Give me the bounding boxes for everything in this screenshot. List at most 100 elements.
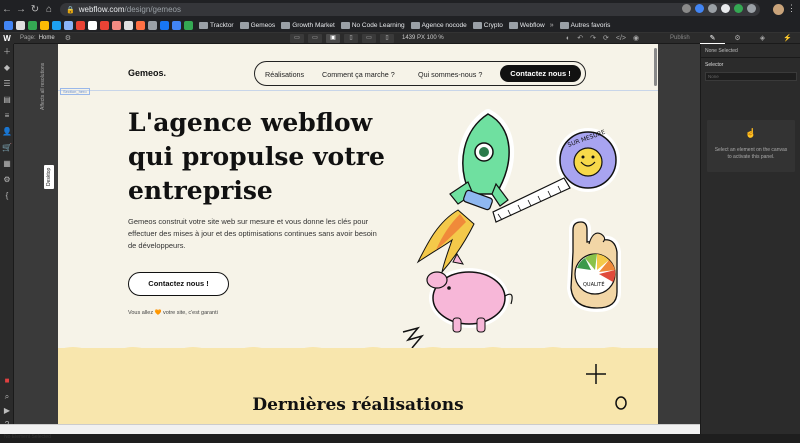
nav-link-comment[interactable]: Comment ça marche ? (322, 70, 395, 79)
nav-link-qui[interactable]: Qui sommes-nous ? (418, 70, 482, 79)
bookmark-folder-growth-market[interactable]: Growth Market (281, 22, 335, 29)
hero-title: L'agence webflow qui propulse votre entr… (128, 108, 385, 205)
nav-link-realisations[interactable]: Réalisations (265, 70, 304, 79)
bookmarks-overflow-icon[interactable]: » (550, 22, 554, 29)
extension-icons (682, 4, 756, 13)
breakpoint-desktop-icon[interactable]: ▣ (326, 34, 340, 43)
extension-icon[interactable] (695, 4, 704, 13)
bookmark-icon[interactable] (148, 21, 157, 30)
folder-icon (410, 22, 420, 29)
bookmark-folder-other[interactable]: Autres favoris (559, 22, 610, 29)
bookmark-icon[interactable] (40, 21, 49, 30)
breakpoint-landscape-icon[interactable]: ▭ (362, 34, 376, 43)
settings-gear-icon[interactable]: ⚙ (65, 34, 71, 42)
pages-icon[interactable]: ▤ (0, 92, 14, 108)
bookmark-icon[interactable] (64, 21, 73, 30)
bookmark-icon[interactable] (184, 21, 193, 30)
profile-avatar[interactable] (773, 4, 784, 15)
bookmark-icon[interactable] (136, 21, 145, 30)
custom-code-icon[interactable]: { (0, 188, 14, 204)
folder-icon (508, 22, 518, 29)
settings-icon[interactable]: ⚙ (0, 172, 14, 188)
breakpoint-large-icon[interactable]: ▭ (290, 34, 304, 43)
status-text: No Element Selected (4, 434, 51, 440)
preview-eye-icon[interactable]: ◉ (633, 34, 639, 43)
brand-logo[interactable]: Gemeos. (128, 68, 166, 78)
bookmark-folder-gemeos[interactable]: Gemeos (239, 22, 275, 29)
interactions-icon[interactable]: ⚡ (775, 33, 800, 44)
bookmark-icon[interactable] (76, 21, 85, 30)
add-panel-icon[interactable]: ＋ (0, 44, 14, 60)
bookmark-icon[interactable] (124, 21, 133, 30)
help-icon[interactable]: ◐ (566, 34, 570, 43)
style-brush-icon[interactable]: ✎ (700, 33, 725, 44)
symbols-icon[interactable]: ◆ (0, 60, 14, 76)
selector-input[interactable]: None (705, 72, 797, 81)
breakpoint-medium-icon[interactable]: ▭ (308, 34, 322, 43)
hero-illustrations: SUR MESURE QUALITÉ (402, 109, 621, 349)
breakpoint-tablet-icon[interactable]: ▯ (344, 34, 358, 43)
bookmark-icon[interactable] (28, 21, 37, 30)
bookmark-icon[interactable] (160, 21, 169, 30)
hand-badge-sticker: QUALITÉ (567, 218, 621, 312)
style-manager-icon[interactable]: ◈ (750, 33, 775, 44)
ecommerce-icon[interactable]: 🛒 (0, 140, 14, 156)
publish-button[interactable]: Publish (670, 34, 690, 43)
bookmark-folder-no-code-learning[interactable]: No Code Learning (340, 22, 405, 29)
nav-contact-button[interactable]: Contactez nous ! (500, 65, 581, 82)
search-icon[interactable]: ⌕ (0, 392, 14, 402)
folder-icon (199, 22, 208, 29)
panel-divider (701, 57, 800, 58)
empty-message-text: Select an element on the canvas to activ… (714, 147, 788, 160)
designer-topbar: W Page: Home ⚙ ▭ ▭ ▣ ▯ ▭ ▯ 1439 PX 100 %… (0, 32, 800, 44)
breakpoint-tag: Desktop (44, 165, 54, 189)
selector-label: Selector (705, 62, 724, 68)
settings-icon[interactable]: ⚙ (725, 33, 750, 44)
bookmark-icon[interactable] (88, 21, 97, 30)
reload-icon[interactable]: ↻ (28, 4, 42, 15)
hero-description: Gemeos construit votre site web sur mesu… (128, 217, 377, 250)
url-host: webflow.com (78, 5, 125, 14)
webflow-logo-icon[interactable]: W (0, 32, 14, 44)
page-selector[interactable]: Home (39, 35, 55, 41)
lock-icon: 🔒 (66, 6, 75, 14)
forward-icon[interactable]: → (14, 4, 28, 15)
assets-icon[interactable]: ▦ (0, 156, 14, 172)
breakpoint-mobile-icon[interactable]: ▯ (380, 34, 394, 43)
bookmark-icon[interactable] (100, 21, 109, 30)
redo-icon[interactable]: ↷ (590, 34, 596, 43)
bookmark-folder-webflow[interactable]: Webflow (508, 22, 545, 29)
extension-icon[interactable] (708, 4, 717, 13)
extension-icon[interactable] (721, 4, 730, 13)
bookmark-icon[interactable] (52, 21, 61, 30)
bookmark-icon[interactable] (4, 21, 13, 30)
hero-contact-button[interactable]: Contactez nous ! (128, 272, 229, 296)
section-outline (58, 90, 658, 91)
bookmark-folder-tracktor[interactable]: Tracktor (199, 22, 234, 29)
extension-icon[interactable] (682, 4, 691, 13)
bookmarks-bar: Tracktor Gemeos Growth Market No Code Le… (0, 19, 800, 33)
bookmark-icon[interactable] (112, 21, 121, 30)
video-icon[interactable]: ▶ (0, 406, 14, 415)
bookmark-icon[interactable] (16, 21, 25, 30)
extension-icon[interactable] (734, 4, 743, 13)
empty-panel-message: ☝ Select an element on the canvas to act… (707, 120, 795, 172)
back-icon[interactable]: ← (0, 4, 14, 15)
undo-icon[interactable]: ↶ (577, 34, 583, 43)
canvas-scrollbar[interactable] (654, 48, 657, 86)
folder-icon (281, 22, 291, 29)
navigator-icon[interactable]: ☰ (0, 76, 14, 92)
home-icon[interactable]: ⌂ (42, 4, 56, 15)
code-icon[interactable]: </> (616, 34, 626, 43)
share-icon[interactable]: ⟳ (603, 34, 609, 43)
bookmark-icon[interactable] (172, 21, 181, 30)
bookmark-folder-crypto[interactable]: Crypto (472, 22, 503, 29)
site-preview[interactable]: Gemeos. Réalisations Comment ça marche ?… (58, 44, 658, 424)
cms-icon[interactable]: ≡ (0, 108, 14, 124)
bookmark-folder-agence-nocode[interactable]: Agence nocode (410, 22, 467, 29)
menu-icon[interactable]: ⋮ (787, 3, 796, 14)
users-icon[interactable]: 👤 (0, 124, 14, 140)
puzzle-icon[interactable] (747, 4, 756, 13)
address-bar[interactable]: 🔒 webflow.com /design/gemeos (60, 3, 760, 16)
record-icon[interactable]: ■ (0, 376, 14, 385)
